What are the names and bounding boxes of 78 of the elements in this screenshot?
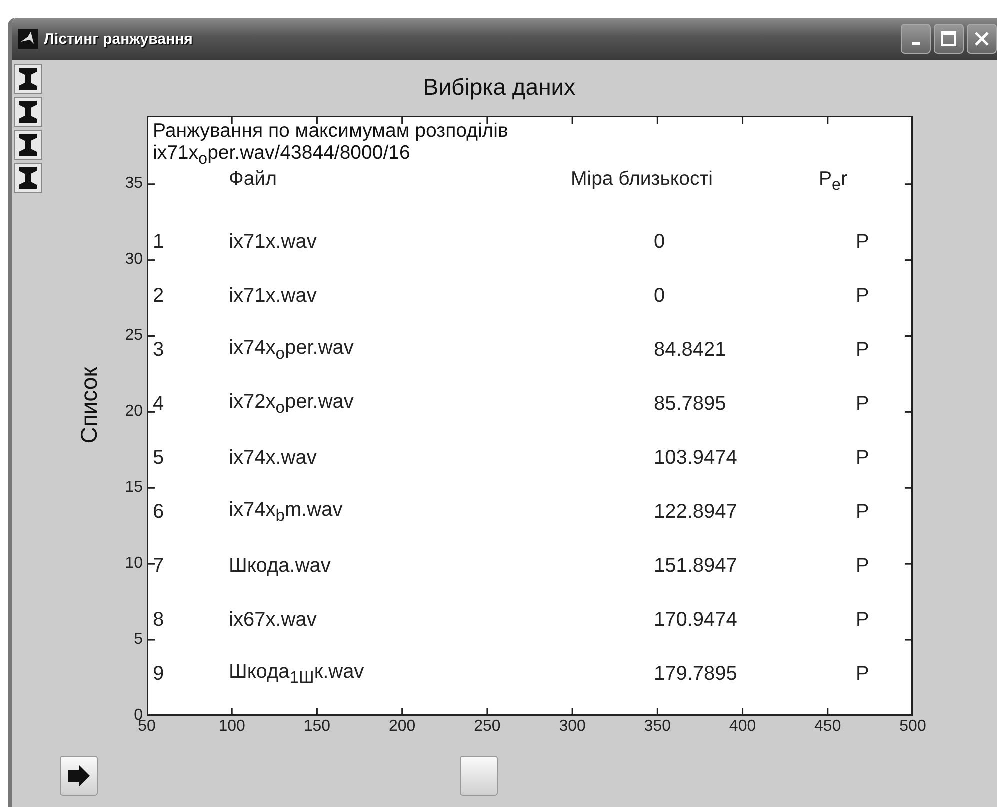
x-tick-label: 450 <box>814 718 842 736</box>
rank-number: 3 <box>153 339 166 362</box>
file-name: Шкода$_{1Ш}$к.wav <box>229 661 366 688</box>
distance-value: 103.9474 <box>654 447 738 470</box>
file-name: ix71x.wav <box>229 285 318 308</box>
file-name: ix74x$_{o}$per.wav <box>229 337 355 364</box>
close-icon <box>974 31 990 47</box>
y-tick-label: 15 <box>125 479 143 498</box>
distance-value: 151.8947 <box>654 555 738 578</box>
rank-number: 1 <box>153 231 166 254</box>
column-header: Файл <box>229 168 277 191</box>
rank-number: 5 <box>153 447 166 470</box>
next-button[interactable] <box>60 756 98 796</box>
column-header: P$_{e}$r <box>819 168 848 195</box>
distance-value: 170.9474 <box>654 609 738 632</box>
i-beam-icon <box>17 99 39 125</box>
i-beam-icon <box>17 165 39 191</box>
column-header: Міра близькості <box>571 168 713 191</box>
distance-value: 122.8947 <box>654 501 738 524</box>
flag-label: P <box>856 231 870 254</box>
file-name: ix74x$_{b}$m.wav <box>229 499 344 526</box>
y-tick-label: 20 <box>125 403 143 422</box>
i-beam-icon <box>17 66 39 92</box>
x-tick-label: 250 <box>474 718 501 736</box>
y-axis-label: Список <box>76 367 103 444</box>
distance-value: 84.8421 <box>654 339 728 362</box>
minimize-button[interactable] <box>901 24 931 54</box>
maximize-button[interactable] <box>934 24 964 54</box>
y-tick-label: 30 <box>125 251 143 270</box>
flag-label: P <box>856 555 870 578</box>
plot-heading: ix71x$_{o}$per.wav/43844/8000/16 <box>153 142 412 170</box>
window-title: Лістинг ранжування <box>44 30 193 48</box>
toolbar-button[interactable] <box>14 97 42 127</box>
x-tick-label: 300 <box>559 718 586 736</box>
right-arrow-icon <box>66 763 92 789</box>
flag-label: P <box>856 339 870 362</box>
x-tick-label: 100 <box>218 718 246 736</box>
flag-label: P <box>856 447 870 470</box>
x-tick-label: 150 <box>304 718 331 736</box>
close-button[interactable] <box>967 24 997 54</box>
file-name: ix71x.wav <box>229 231 318 254</box>
flag-label: P <box>856 285 870 308</box>
plot-heading: Ранжування по максимумам розподілів <box>153 120 510 142</box>
y-tick-label: 5 <box>134 631 143 650</box>
rank-number: 2 <box>153 285 166 308</box>
x-tick-label: 500 <box>900 718 926 736</box>
file-name: Шкода.wav <box>229 555 332 578</box>
distance-value: 0 <box>654 231 666 254</box>
distance-value: 0 <box>654 285 666 308</box>
i-beam-icon <box>17 132 39 158</box>
file-name: ix67x.wav <box>229 609 318 632</box>
rank-number: 8 <box>153 609 166 632</box>
y-tick-label: 35 <box>125 175 143 194</box>
distance-value: 85.7895 <box>654 393 728 416</box>
plot-title: Вибірка даних <box>422 74 577 102</box>
flag-label: P <box>856 663 870 686</box>
x-tick-label: 400 <box>729 718 756 736</box>
file-name: ix74x.wav <box>229 447 318 470</box>
rank-number: 4 <box>153 393 166 416</box>
x-tick-label: 350 <box>644 718 671 736</box>
rank-number: 9 <box>153 663 166 686</box>
rank-number: 6 <box>153 501 166 524</box>
distance-value: 179.7895 <box>654 663 738 686</box>
app-icon <box>18 29 38 49</box>
flag-label: P <box>856 609 870 632</box>
y-tick-label: 10 <box>125 555 143 574</box>
flag-label: P <box>856 393 870 416</box>
file-name: ix72x$_{o}$per.wav <box>229 391 355 418</box>
square-button[interactable] <box>460 756 498 796</box>
y-tick-label: 25 <box>125 327 143 346</box>
toolbar-button[interactable] <box>14 64 42 94</box>
rank-number: 7 <box>153 555 166 578</box>
minimize-icon <box>912 42 920 44</box>
maximize-icon <box>941 31 957 47</box>
toolbar-button[interactable] <box>14 163 42 193</box>
toolbar-button[interactable] <box>14 130 42 160</box>
flag-label: P <box>856 501 870 524</box>
x-tick-label: 200 <box>388 718 416 736</box>
